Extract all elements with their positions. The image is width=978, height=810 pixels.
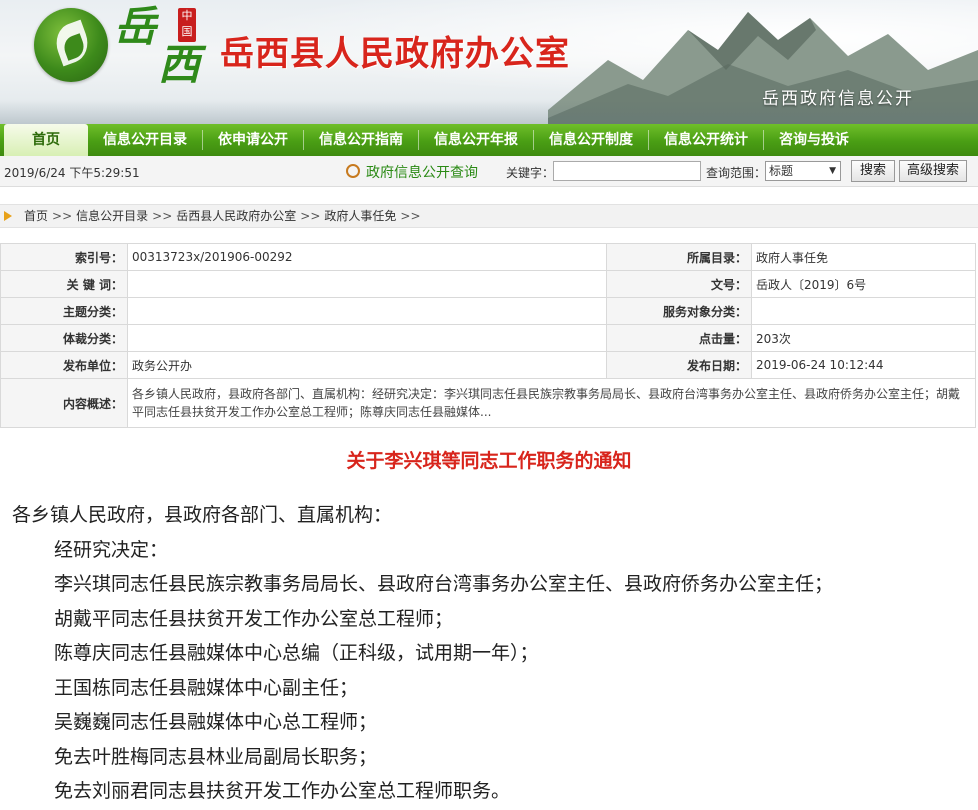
meta-label: 发布日期：	[606, 351, 752, 379]
nav-item-home[interactable]: 首页	[4, 124, 88, 156]
meta-docno-value: 岳政人〔2019〕6号	[751, 270, 976, 298]
meta-genre-value	[127, 324, 607, 352]
article-title: 关于李兴琪等同志工作职务的通知	[346, 450, 632, 472]
site-banner: 岳 西 中国 岳西县人民政府办公室 岳西政府信息公开	[0, 0, 978, 124]
table-row: 关 键 词： 文号： 岳政人〔2019〕6号	[0, 270, 976, 298]
meta-topic-value	[127, 297, 607, 325]
article-paragraph: 吴巍巍同志任县融媒体中心总工程师；	[54, 711, 378, 733]
meta-audience-value	[751, 297, 976, 325]
article-paragraph: 胡戴平同志任县扶贫开发工作办公室总工程师；	[54, 607, 454, 630]
breadcrumb-office[interactable]: 岳西县人民政府办公室	[176, 205, 296, 227]
breadcrumb-category[interactable]: 政府人事任免	[324, 205, 396, 227]
meta-label: 服务对象分类：	[606, 297, 752, 325]
breadcrumb: 首页 >> 信息公开目录 >> 岳西县人民政府办公室 >> 政府人事任免 >>	[0, 204, 978, 228]
scope-selected-value: 标题	[769, 164, 794, 178]
meta-label: 文号：	[606, 270, 752, 298]
nav-item-statistics[interactable]: 信息公开统计	[649, 124, 763, 156]
main-nav: 首页 信息公开目录 依申请公开 信息公开指南 信息公开年报 信息公开制度 信息公…	[0, 124, 978, 156]
nav-item-complaints[interactable]: 咨询与投诉	[764, 124, 864, 156]
keyword-label: 关键字：	[506, 166, 555, 180]
breadcrumb-separator: >>	[400, 209, 421, 223]
scope-label: 查询范围：	[706, 166, 767, 180]
meta-keywords-value	[127, 270, 607, 298]
magnifier-icon	[346, 164, 360, 178]
site-subtitle: 岳西政府信息公开	[762, 89, 914, 109]
current-datetime: 2019/6/24 下午5:29:51	[4, 166, 140, 180]
advanced-search-button[interactable]: 高级搜索	[899, 160, 967, 182]
document-metadata-table: 索引号： 00313723x/201906-00292 所属目录： 政府人事任免…	[0, 243, 976, 428]
breadcrumb-separator: >>	[152, 209, 173, 223]
query-title-label: 政府信息公开查询	[366, 165, 478, 181]
nav-item-catalog[interactable]: 信息公开目录	[88, 124, 202, 156]
nav-item-system[interactable]: 信息公开制度	[534, 124, 648, 156]
meta-catalog-value: 政府人事任免	[751, 243, 976, 271]
site-title[interactable]: 岳西县人民政府办公室	[220, 26, 570, 75]
search-toolbar: 2019/6/24 下午5:29:51 政府信息公开查询 关键字： 查询范围： …	[0, 156, 978, 187]
meta-index-value: 00313723x/201906-00292	[127, 243, 607, 271]
breadcrumb-catalog[interactable]: 信息公开目录	[76, 205, 148, 227]
china-seal: 中国	[178, 8, 196, 42]
article-paragraph: 王国栋同志任县融媒体中心副主任；	[54, 676, 359, 699]
article-paragraph: 免去叶胜梅同志县林业局副局长职务；	[54, 745, 378, 768]
meta-label: 体裁分类：	[0, 324, 128, 352]
meta-label: 内容概述：	[0, 378, 128, 428]
meta-label: 点击量：	[606, 324, 752, 352]
article-body: 各乡镇人民政府，县政府各部门、直属机构： 经研究决定： 李兴琪同志任县民族宗教事…	[0, 498, 978, 809]
meta-publisher-value: 政务公开办	[127, 351, 607, 379]
scope-select[interactable]: 标题 ▼	[765, 161, 841, 181]
table-row: 发布单位： 政务公开办 发布日期： 2019-06-24 10:12:44	[0, 351, 976, 379]
search-button[interactable]: 搜索	[851, 160, 895, 182]
article-paragraph: 李兴琪同志任县民族宗教事务局局长、县政府台湾事务办公室主任、县政府侨务办公室主任…	[54, 573, 834, 595]
meta-date-value: 2019-06-24 10:12:44	[751, 351, 976, 379]
table-row: 主题分类： 服务对象分类：	[0, 297, 976, 325]
article-salutation: 各乡镇人民政府，县政府各部门、直属机构：	[12, 504, 393, 526]
query-title[interactable]: 政府信息公开查询	[346, 162, 478, 182]
meta-label: 所属目录：	[606, 243, 752, 271]
article-paragraph: 经研究决定：	[54, 538, 169, 561]
logo-char-1: 岳	[114, 2, 157, 51]
breadcrumb-home[interactable]: 首页	[24, 205, 48, 227]
nav-item-guide[interactable]: 信息公开指南	[304, 124, 418, 156]
keyword-input[interactable]	[553, 161, 701, 181]
breadcrumb-separator: >>	[52, 209, 73, 223]
meta-label: 发布单位：	[0, 351, 128, 379]
logo-char-2: 西	[158, 40, 201, 89]
article-paragraph: 免去刘丽君同志县扶贫开发工作办公室总工程师职务。	[54, 780, 511, 802]
meta-label: 索引号：	[0, 243, 128, 271]
meta-label: 关 键 词：	[0, 270, 128, 298]
meta-label: 主题分类：	[0, 297, 128, 325]
dropdown-arrow-icon: ▼	[829, 166, 836, 176]
nav-item-annual-report[interactable]: 信息公开年报	[419, 124, 533, 156]
breadcrumb-arrow-icon	[4, 211, 12, 221]
table-row: 体裁分类： 点击量： 203次	[0, 324, 976, 352]
table-row: 索引号： 00313723x/201906-00292 所属目录： 政府人事任免	[0, 243, 976, 271]
meta-clicks-value: 203次	[751, 324, 976, 352]
table-row: 内容概述： 各乡镇人民政府，县政府各部门、直属机构：经研究决定：李兴琪同志任县民…	[0, 378, 976, 428]
breadcrumb-separator: >>	[300, 209, 321, 223]
article-paragraph: 陈尊庆同志任县融媒体中心总编（正科级，试用期一年）；	[54, 642, 539, 664]
meta-summary-value: 各乡镇人民政府，县政府各部门、直属机构：经研究决定：李兴琪同志任县民族宗教事务局…	[127, 378, 976, 428]
nav-item-apply[interactable]: 依申请公开	[203, 124, 303, 156]
